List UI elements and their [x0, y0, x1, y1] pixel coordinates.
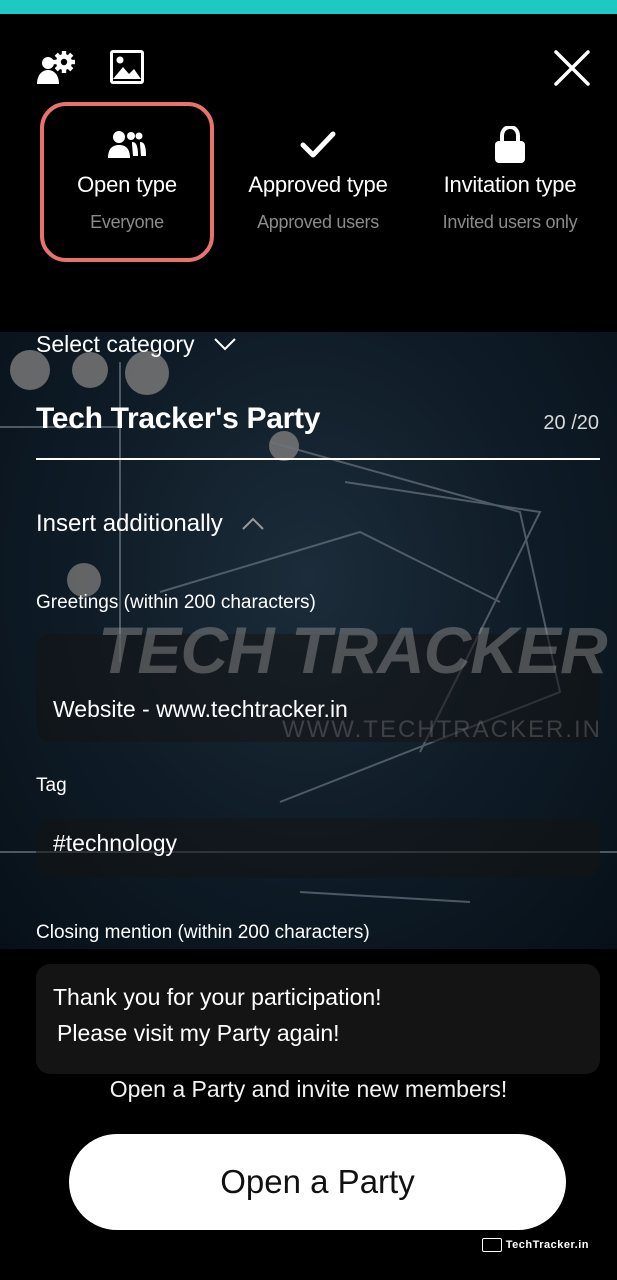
approved-type-label: Approved type — [248, 172, 388, 197]
insert-additionally-label: Insert additionally — [36, 510, 223, 537]
title-char-count: 20 /20 — [543, 412, 599, 434]
invitation-type-description: Invited users only — [442, 212, 578, 232]
settings-users-icon — [37, 51, 75, 84]
tag-value: #technology — [53, 830, 178, 856]
corner-watermark-text: TechTracker.in — [505, 1239, 589, 1251]
chevron-up-icon — [242, 517, 264, 530]
invite-hint-text: Open a Party and invite new members! — [109, 1076, 508, 1102]
image-icon — [110, 50, 144, 84]
select-category-label: Select category — [36, 330, 195, 357]
party-settings-button[interactable] — [36, 48, 78, 86]
group-icon — [108, 131, 146, 158]
status-accent-bar — [0, 0, 617, 14]
approved-type-description: Approved users — [257, 212, 379, 232]
corner-watermark-logo: TechTracker.in — [481, 1238, 589, 1252]
chevron-down-icon — [213, 338, 236, 351]
close-icon — [554, 50, 590, 86]
select-category-dropdown[interactable]: Select category — [36, 328, 237, 360]
open-type-description: Everyone — [90, 212, 164, 232]
tag-label: Tag — [36, 775, 67, 796]
closing-mention-textarea[interactable]: Thank you for your participation! Please… — [36, 964, 600, 1074]
greetings-label: Greetings (within 200 characters) — [36, 592, 316, 613]
lock-icon — [495, 126, 525, 163]
invitation-type-option[interactable]: Invitation type Invited users only — [420, 102, 600, 262]
open-type-option[interactable]: Open type Everyone — [40, 102, 214, 262]
check-icon — [300, 131, 336, 158]
closing-mention-label: Closing mention (within 200 characters) — [36, 922, 370, 943]
browser-window-icon — [481, 1238, 502, 1252]
party-title-input[interactable]: Tech Tracker's Party — [36, 402, 320, 436]
open-party-button[interactable]: Open a Party — [69, 1134, 566, 1230]
closing-mention-line-1: Thank you for your participation! — [53, 984, 382, 1010]
tag-input[interactable]: #technology — [36, 818, 600, 878]
title-underline — [36, 458, 600, 460]
closing-mention-line-2: Please visit my Party again! — [57, 1020, 340, 1046]
close-button[interactable] — [552, 48, 592, 88]
insert-additionally-toggle[interactable]: Insert additionally — [36, 508, 265, 540]
watermark-url: WWW.TECHTRACKER.IN — [282, 716, 602, 743]
watermark-logo: TECH TRACKER — [98, 613, 608, 687]
open-type-label: Open type — [77, 172, 177, 197]
invitation-type-label: Invitation type — [443, 172, 577, 197]
approved-type-option[interactable]: Approved type Approved users — [226, 102, 410, 262]
party-type-selector: Open type Everyone Approved type Approve… — [0, 102, 617, 262]
background-image-button[interactable] — [108, 48, 146, 86]
